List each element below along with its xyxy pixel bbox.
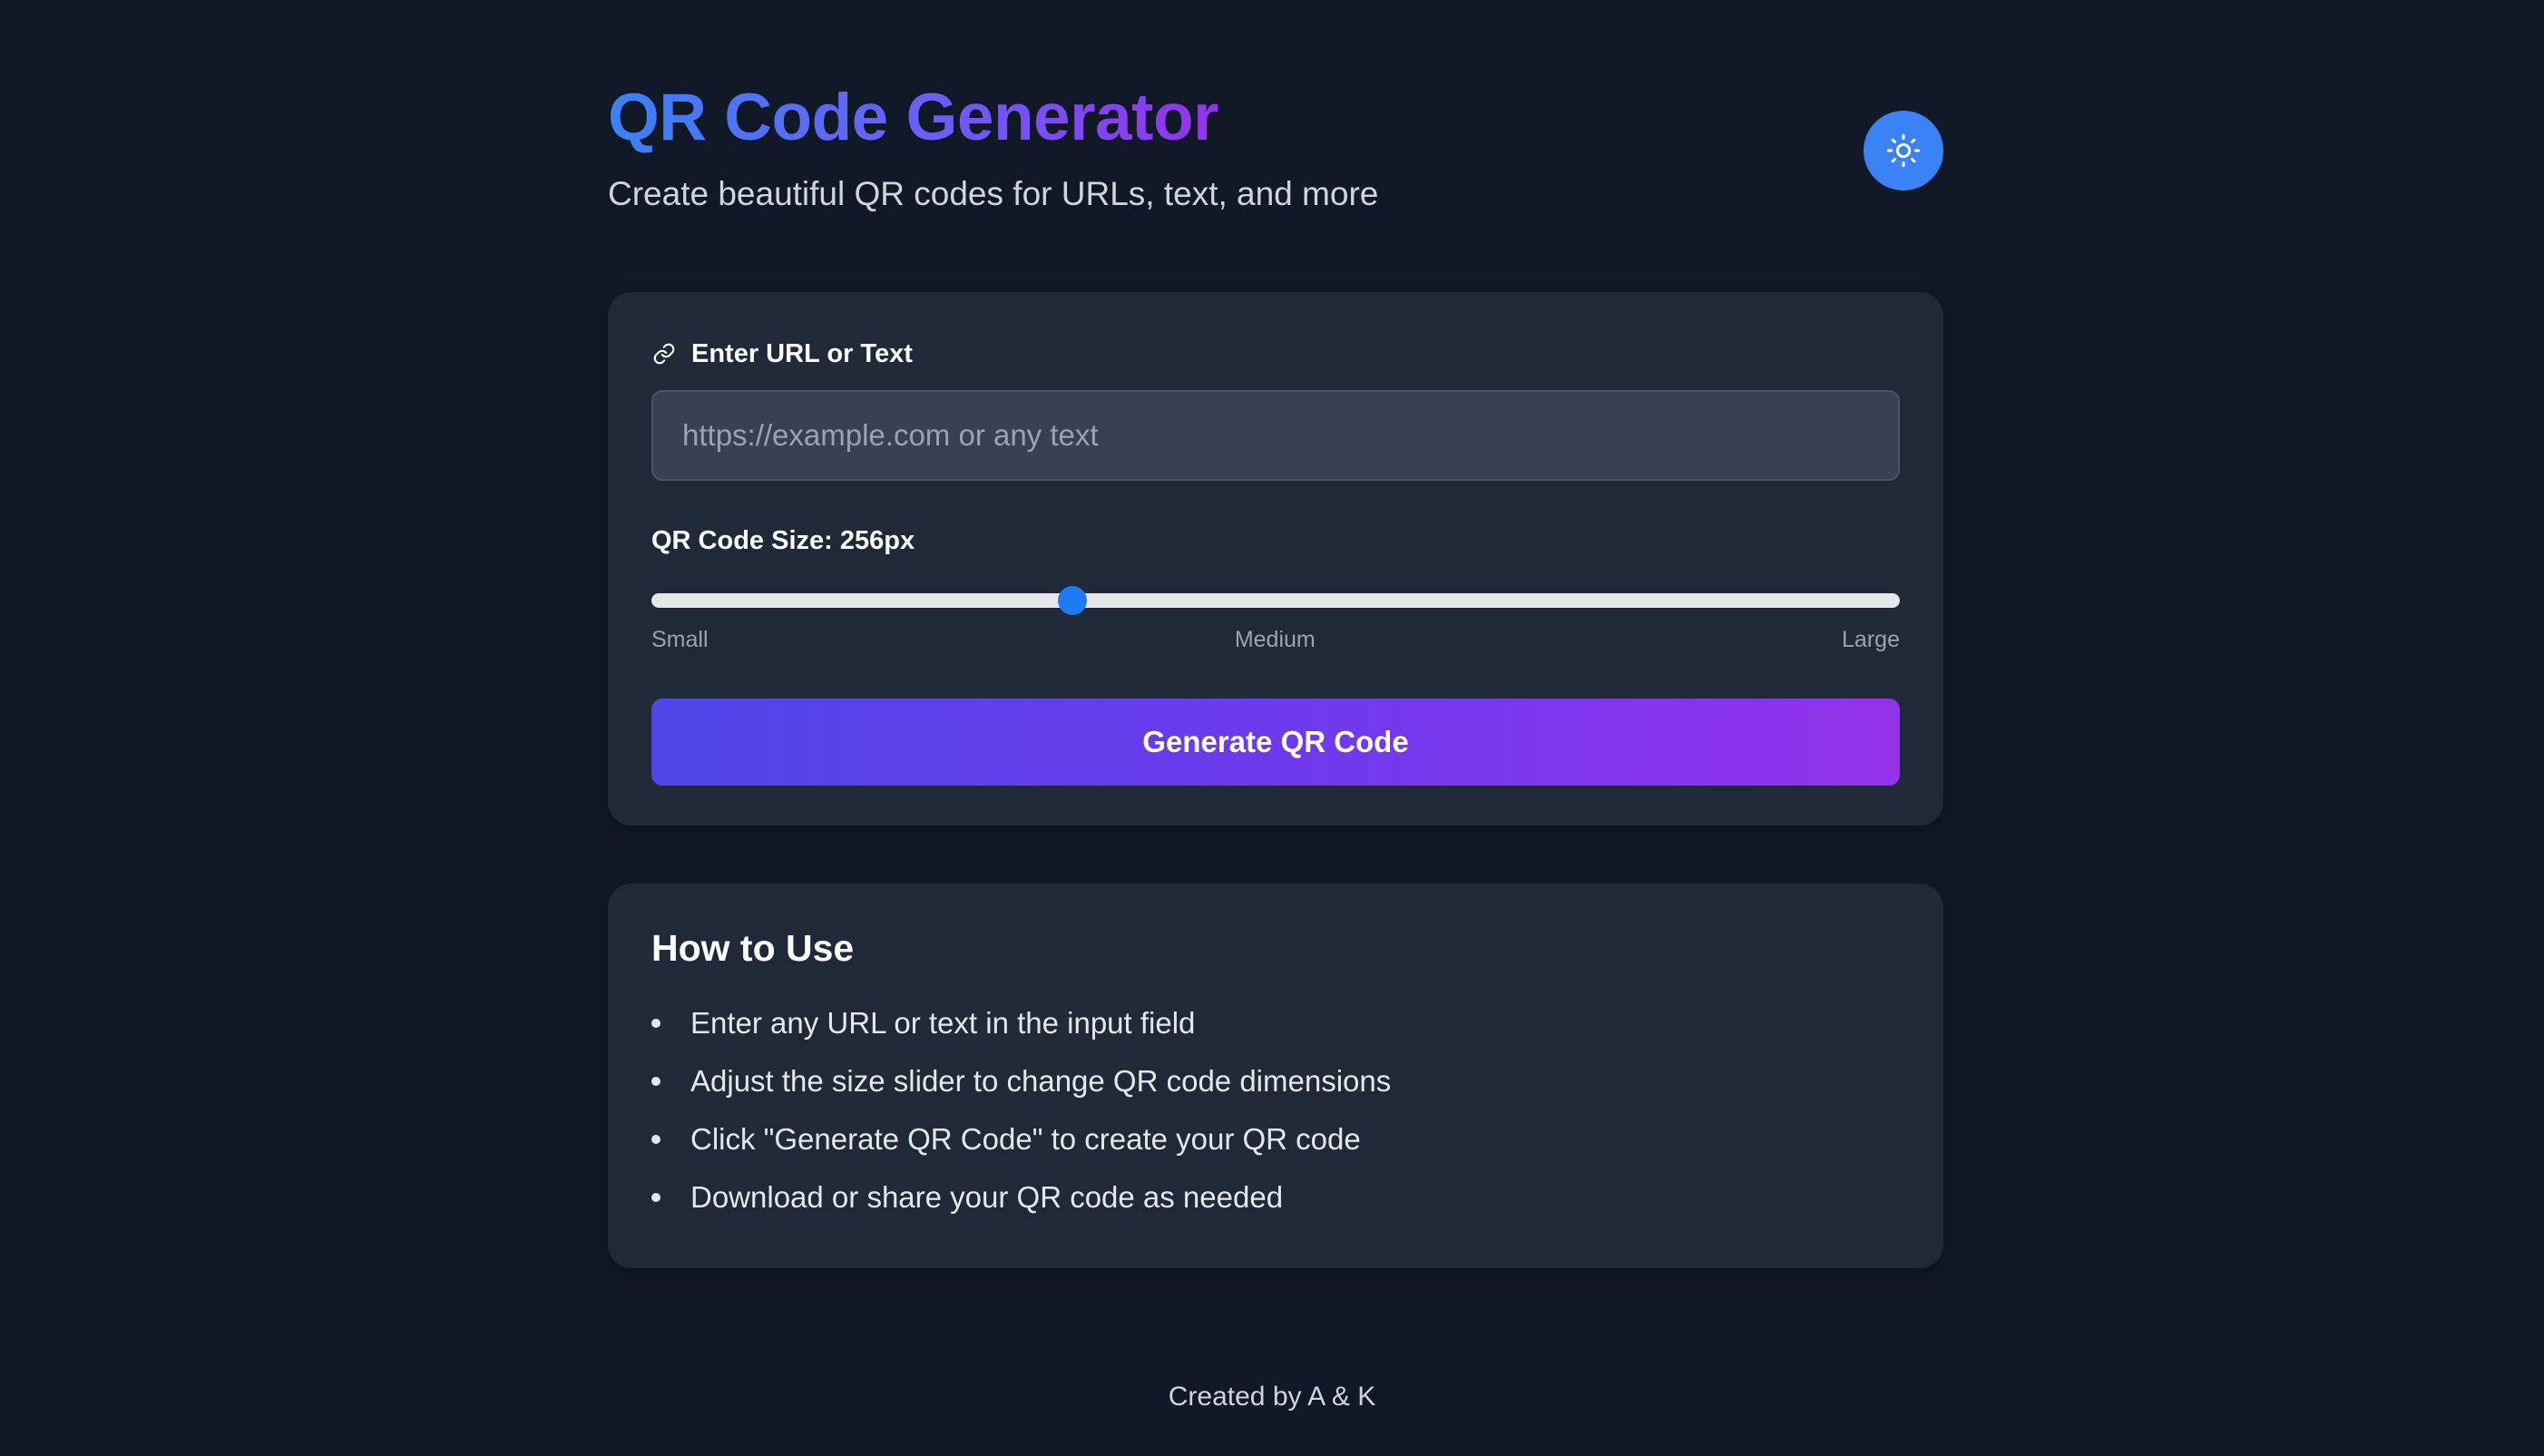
how-to-use-card: How to Use Enter any URL or text in the … <box>608 884 1943 1268</box>
theme-toggle-button[interactable] <box>1864 111 1943 191</box>
list-item: Adjust the size slider to change QR code… <box>651 1052 1900 1110</box>
slider-thumb[interactable] <box>1057 586 1087 615</box>
list-item: Download or share your QR code as needed <box>651 1168 1900 1226</box>
generate-qr-button[interactable]: Generate QR Code <box>651 699 1900 786</box>
generator-card: Enter URL or Text QR Code Size: 256px Sm… <box>608 292 1943 826</box>
url-text-input[interactable] <box>651 390 1900 481</box>
list-item-text: Adjust the size slider to change QR code… <box>690 1064 1392 1098</box>
bullet-icon <box>651 1019 660 1028</box>
input-label: Enter URL or Text <box>651 337 1900 370</box>
size-slider[interactable] <box>651 586 1900 615</box>
bullet-icon <box>651 1193 660 1202</box>
slider-scale: Small Medium Large <box>651 626 1900 653</box>
input-label-text: Enter URL or Text <box>691 339 913 368</box>
list-item-text: Click "Generate QR Code" to create your … <box>690 1122 1361 1156</box>
scale-label-small: Small <box>651 627 709 652</box>
footer-credit: Created by A & K <box>1168 1382 1376 1412</box>
help-title: How to Use <box>651 927 855 969</box>
size-label: QR Code Size: 256px <box>651 526 915 555</box>
slider-track[interactable] <box>651 593 1900 608</box>
scale-label-large: Large <box>1842 627 1900 652</box>
page-subtitle: Create beautiful QR codes for URLs, text… <box>608 175 1379 212</box>
help-list: Enter any URL or text in the input field… <box>651 994 1900 1226</box>
header: QR Code Generator Create beautiful QR co… <box>608 0 1943 292</box>
bullet-icon <box>651 1135 660 1144</box>
page-title: QR Code Generator <box>608 76 1218 160</box>
sun-icon <box>1885 132 1922 169</box>
list-item-text: Enter any URL or text in the input field <box>690 1006 1196 1040</box>
bullet-icon <box>651 1077 660 1086</box>
list-item: Click "Generate QR Code" to create your … <box>651 1110 1900 1168</box>
list-item: Enter any URL or text in the input field <box>651 994 1900 1052</box>
link-icon <box>651 341 677 366</box>
scale-label-medium: Medium <box>1234 627 1316 652</box>
list-item-text: Download or share your QR code as needed <box>690 1180 1284 1214</box>
app-container: QR Code Generator Create beautiful QR co… <box>608 0 1943 1268</box>
